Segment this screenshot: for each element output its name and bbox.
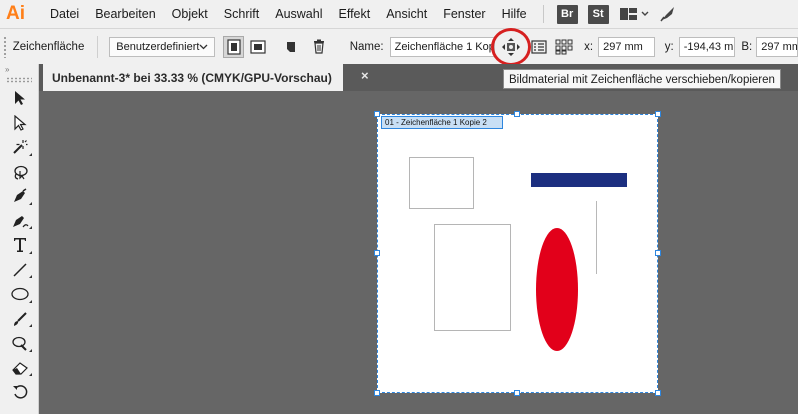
rearrange-artboards-button[interactable] [554,36,575,58]
shaper-tool[interactable] [0,331,39,356]
resize-handle-top-right[interactable] [655,111,661,117]
control-bar: Zeichenfläche Benutzerdefiniert Name: Ze… [0,27,798,66]
pen-tool[interactable] [0,184,39,209]
name-label: Name: [349,40,384,53]
menu-bearbeiten[interactable]: Bearbeiten [87,0,163,28]
magic-wand-tool[interactable] [0,135,39,160]
lasso-icon [13,165,28,180]
artboard-name-label[interactable]: 01 - Zeichenfläche 1 Kopie 2 [381,116,503,129]
tool-group-indicator [29,348,32,352]
bridge-button[interactable]: Br [556,4,578,24]
landscape-icon [250,39,266,54]
eraser-tool[interactable] [0,356,39,381]
direct-selection-tool[interactable] [0,111,39,136]
menu-divider [542,5,544,23]
y-field[interactable]: -194,43 mm [678,36,736,57]
menu-auswahl[interactable]: Auswahl [267,0,330,28]
portrait-orientation-button[interactable] [223,35,245,58]
control-bar-grip[interactable] [3,35,7,58]
tooltip: Bildmaterial mit Zeichenfläche verschieb… [503,69,781,89]
pen-nib-icon [13,188,26,203]
line-segment-tool[interactable] [0,258,39,283]
lasso-tool[interactable] [0,160,39,185]
resize-handle-top[interactable] [514,111,520,117]
menu-datei[interactable]: Datei [42,0,87,28]
tool-group-indicator [29,250,32,254]
tools-panel: » [0,64,39,414]
document-tab[interactable]: Unbenannt-3* bei 33.33 % (CMYK/GPU-Vorsc… [43,64,343,91]
collapse-panel-button[interactable]: » [0,64,38,75]
curvature-tool[interactable] [0,209,39,234]
curvature-pen-icon [12,215,28,228]
tool-group-indicator [29,152,32,156]
resize-handle-bottom[interactable] [514,390,520,396]
ellipse-tool[interactable] [0,282,39,307]
rocket-icon[interactable] [659,5,677,23]
resize-handle-top-left[interactable] [374,111,380,117]
resize-handle-bottom-left[interactable] [374,390,380,396]
trash-icon [314,39,325,54]
rotate-tool[interactable] [0,380,39,405]
preset-select[interactable]: Benutzerdefiniert [109,36,216,57]
rotate-icon [12,385,27,399]
new-artboard-icon [286,41,295,52]
x-label: x: [584,40,594,53]
arrange-documents-icon[interactable] [619,6,649,22]
type-tool[interactable] [0,233,39,258]
y-label: y: [664,40,674,53]
new-artboard-button[interactable] [281,36,302,58]
stock-button[interactable]: St [587,4,609,24]
width-field[interactable]: 297 mm [756,36,798,57]
x-field[interactable]: 297 mm [598,36,655,57]
tool-group-indicator [29,201,32,205]
app-logo: Ai [6,3,25,24]
menu-hilfe[interactable]: Hilfe [494,0,535,28]
eraser-icon [11,361,28,375]
delete-artboard-button[interactable] [309,36,330,58]
preset-value: Benutzerdefiniert [116,40,200,53]
artboard-name-field[interactable]: Zeichenfläche 1 Kopie 2 [389,36,495,57]
magic-wand-icon [12,140,27,154]
direct-selection-arrow-icon [13,114,27,131]
menu-schrift[interactable]: Schrift [216,0,267,28]
menu-fenster[interactable]: Fenster [435,0,493,28]
line-icon [12,263,27,277]
context-label: Zeichenfläche [12,40,85,53]
selection-arrow-icon [14,91,25,106]
resize-handle-left[interactable] [374,250,380,256]
portrait-icon [227,38,241,55]
highlight-ring [490,27,531,66]
landscape-orientation-button[interactable] [248,36,269,58]
tool-group-indicator [29,299,32,303]
brush-icon [13,312,27,326]
document-tab-title: Unbenannt-3* bei 33.33 % (CMYK/GPU-Vorsc… [52,70,332,85]
canvas-area[interactable]: 01 - Zeichenfläche 1 Kopie 2 [39,91,798,414]
menu-ansicht[interactable]: Ansicht [378,0,435,28]
menu-bar: Ai Datei Bearbeiten Objekt Schrift Auswa… [0,0,798,28]
ellipse-icon [10,288,29,301]
artboard-options-button[interactable] [529,36,550,58]
width-label: B: [741,40,753,53]
tool-group-indicator [29,373,32,376]
paintbrush-tool[interactable] [0,307,39,332]
artboard-options-icon [531,39,547,54]
artboard-selection-frame [377,114,658,393]
type-t-icon [13,238,26,253]
close-tab-button[interactable]: × [361,68,369,83]
tool-group-indicator [29,275,32,278]
selection-tool[interactable] [0,86,39,111]
resize-handle-right[interactable] [655,250,661,256]
menu-objekt[interactable]: Objekt [164,0,216,28]
chevron-down-icon [199,44,208,49]
resize-handle-bottom-right[interactable] [655,390,661,396]
control-divider [97,35,99,58]
rearrange-grid-icon [555,39,573,54]
move-copy-artwork-button[interactable] [490,27,531,66]
tool-group-indicator [29,324,32,327]
tools-panel-grip[interactable] [6,77,32,83]
shaper-icon [11,337,27,351]
menu-effekt[interactable]: Effekt [330,0,378,28]
tool-group-indicator [29,226,32,229]
